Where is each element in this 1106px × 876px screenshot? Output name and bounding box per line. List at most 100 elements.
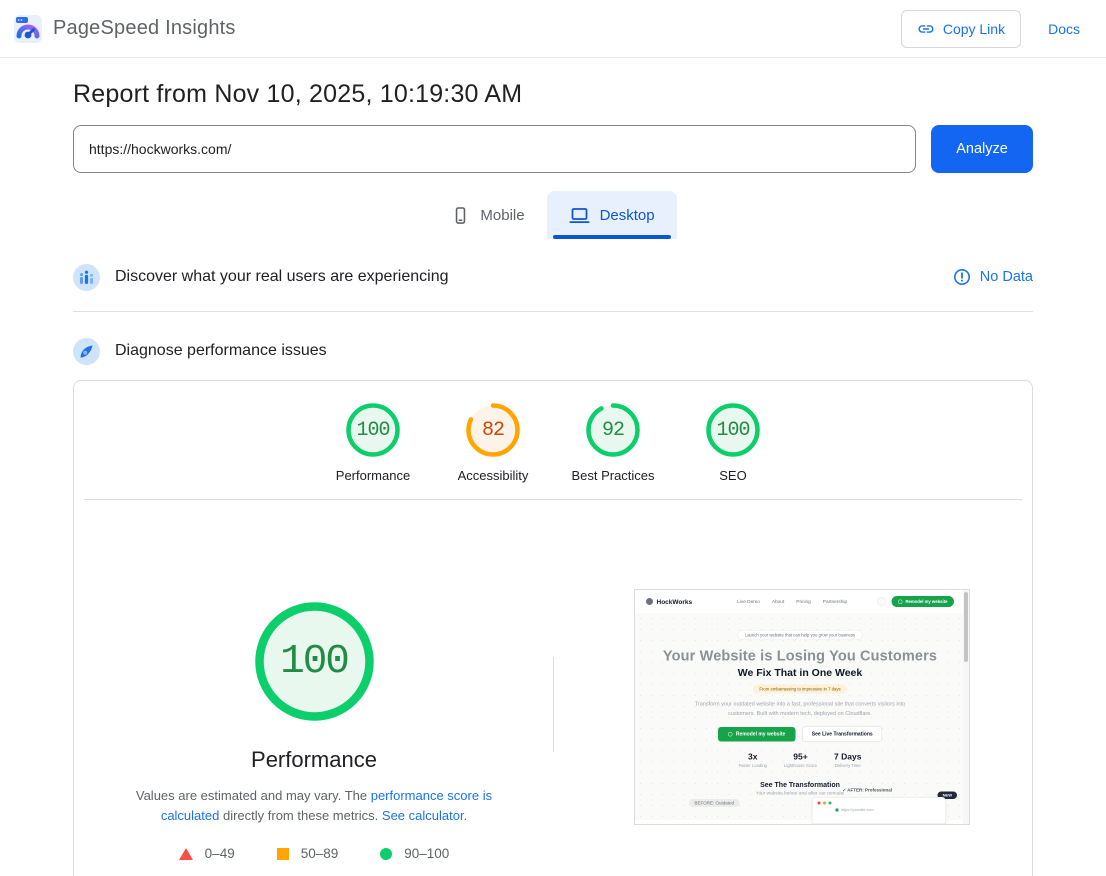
preview-theme-toggle-icon — [877, 598, 885, 606]
browser-url-bar: https://yoursite.com — [836, 808, 941, 813]
score-value: 92 — [586, 403, 640, 457]
preview-announce-pill: Launch your website that can help you gr… — [737, 630, 862, 640]
score-label: Performance — [336, 468, 410, 483]
performance-panel-title: Performance — [74, 747, 554, 773]
score-label: Best Practices — [571, 468, 654, 483]
stat-value: 95+ — [784, 752, 817, 762]
preview-subheadline: We Fix That in One Week — [738, 667, 862, 679]
preview-badge-pill: From embarrassing to impressive in 7 day… — [753, 685, 847, 694]
preview-scrollbar-thumb[interactable] — [964, 592, 968, 662]
preview-scrollbar[interactable] — [963, 590, 969, 824]
mobile-icon — [451, 206, 470, 225]
preview-transform-subtitle: Your website before and after our remode… — [756, 790, 845, 796]
preview-hero: Launch your website that can help you gr… — [635, 613, 965, 820]
legend-average: 50–89 — [277, 846, 339, 861]
good-circle-icon — [380, 848, 392, 860]
no-data-status[interactable]: No Data — [953, 268, 1033, 286]
stat-value: 7 Days — [834, 752, 861, 762]
diagnose-title: Diagnose performance issues — [115, 342, 327, 360]
section-divider — [73, 311, 1033, 312]
legend-poor: 0–49 — [179, 846, 235, 861]
disclaimer-text: Values are estimated and may vary. The — [136, 788, 371, 803]
preview-browser-mockup: https://yoursite.com — [812, 797, 946, 824]
preview-primary-cta: Remodel my website — [718, 727, 795, 742]
legend-range: 50–89 — [301, 846, 339, 861]
pagespeed-logo-icon[interactable] — [14, 15, 42, 43]
analyze-button[interactable]: Analyze — [931, 125, 1033, 173]
score-performance[interactable]: 100 Performance — [313, 403, 433, 483]
lock-icon — [836, 808, 839, 811]
tab-mobile[interactable]: Mobile — [429, 191, 546, 239]
stat-label: Delivery Time — [834, 763, 861, 768]
score-accessibility[interactable]: 82 Accessibility — [433, 403, 553, 483]
preview-after-label: ✓ AFTER: Professional — [842, 788, 892, 794]
url-input[interactable] — [73, 125, 916, 173]
score-label: Accessibility — [458, 468, 529, 483]
tab-desktop[interactable]: Desktop — [547, 191, 677, 239]
browser-url-text: https://yoursite.com — [841, 808, 874, 813]
whatsapp-icon — [728, 732, 733, 737]
info-icon — [953, 268, 971, 286]
performance-disclaimer: Values are estimated and may vary. The p… — [128, 786, 500, 826]
preview-nav-item: Live Demo — [737, 599, 760, 605]
disclaimer-text: directly from these metrics. — [219, 808, 382, 823]
stat-label: Lighthouse Score — [784, 763, 817, 768]
preview-stat: 3x Faster Loading — [739, 752, 767, 768]
screenshot-panel: HockWorks Live Demo About Pricing Partne… — [554, 500, 1032, 861]
preview-stat: 7 Days Delivery Time — [834, 752, 861, 768]
preview-brand-label: HockWorks — [657, 598, 693, 606]
score-best-practices[interactable]: 92 Best Practices — [553, 403, 673, 483]
preview-headline: Your Website is Losing You Customers — [663, 648, 937, 665]
copy-link-button[interactable]: Copy Link — [901, 10, 1021, 48]
preview-secondary-cta: See Live Transformations — [802, 726, 882, 742]
main-content: Report from Nov 10, 2025, 10:19:30 AM An… — [73, 80, 1033, 876]
preview-stat: 95+ Lighthouse Score — [784, 752, 817, 768]
performance-detail-section: 100 Performance Values are estimated and… — [74, 500, 1032, 861]
device-tabs: Mobile Desktop — [73, 191, 1033, 239]
diagnose-gauge-icon — [73, 338, 100, 365]
app-title: PageSpeed Insights — [53, 17, 236, 40]
whatsapp-icon — [898, 599, 903, 604]
average-square-icon — [277, 848, 289, 860]
preview-transform-title: See The Transformation — [760, 780, 840, 788]
tab-active-indicator — [553, 235, 671, 239]
performance-big-gauge[interactable]: 100 — [255, 602, 374, 721]
site-screenshot-thumbnail[interactable]: HockWorks Live Demo About Pricing Partne… — [634, 589, 970, 825]
site-preview: HockWorks Live Demo About Pricing Partne… — [635, 590, 965, 820]
category-scores-row: 100 Performance 82 Accessibility — [74, 381, 1032, 483]
no-data-label: No Data — [980, 269, 1033, 285]
app-header: PageSpeed Insights Copy Link Docs — [0, 0, 1106, 58]
discover-title: Discover what your real users are experi… — [115, 268, 448, 286]
results-card: 100 Performance 82 Accessibility — [73, 380, 1033, 876]
tab-desktop-label: Desktop — [600, 207, 655, 224]
stat-value: 3x — [739, 752, 767, 762]
performance-gauge-panel: 100 Performance Values are estimated and… — [74, 500, 554, 861]
score-value: 100 — [346, 403, 400, 457]
preview-logo-icon — [646, 598, 653, 605]
preview-nav-item: Pricing — [796, 599, 811, 605]
preview-brand: HockWorks — [646, 598, 692, 606]
preview-cta-row: Remodel my website See Live Transformati… — [718, 726, 882, 742]
preview-nav-item: About — [772, 599, 784, 605]
docs-link[interactable]: Docs — [1048, 21, 1080, 37]
legend-range: 90–100 — [404, 846, 449, 861]
browser-dots-icon — [818, 802, 941, 805]
preview-before-label: BEFORE: Outdated — [689, 799, 740, 807]
report-heading: Report from Nov 10, 2025, 10:19:30 AM — [73, 80, 1033, 109]
see-calculator-link[interactable]: See calculator. — [382, 808, 467, 823]
preview-description: Transform your outdated website into a f… — [683, 700, 918, 719]
desktop-icon — [569, 205, 590, 226]
url-row: Analyze — [73, 125, 1033, 173]
legend-good: 90–100 — [380, 846, 449, 861]
copy-link-label: Copy Link — [943, 21, 1005, 37]
preview-stats: 3x Faster Loading 95+ Lighthouse Score 7… — [739, 752, 862, 768]
score-label: SEO — [719, 468, 746, 483]
score-seo[interactable]: 100 SEO — [673, 403, 793, 483]
preview-nav-links: Live Demo About Pricing Partnership — [737, 599, 847, 605]
tab-mobile-label: Mobile — [480, 207, 524, 224]
preview-nav-right: Remodel my website — [877, 596, 954, 607]
preview-primary-cta-label: Remodel my website — [736, 731, 785, 737]
real-users-icon — [73, 264, 100, 291]
preview-nav-item: Partnership — [823, 599, 847, 605]
stat-label: Faster Loading — [739, 763, 767, 768]
